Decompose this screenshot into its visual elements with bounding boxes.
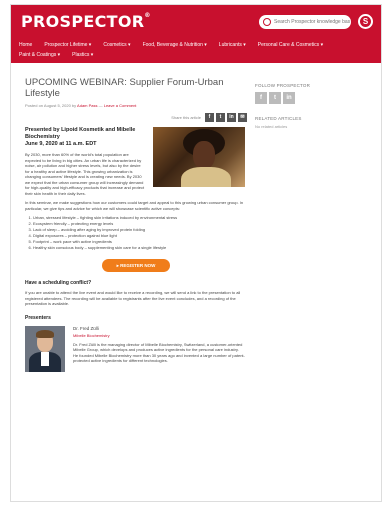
nav-item-paint-coatings[interactable]: Paint & Coatings ▾ xyxy=(19,52,60,58)
share-bar: Share this article f t in ✉ xyxy=(25,113,247,122)
nav-item-lubricants[interactable]: Lubricants ▾ xyxy=(219,42,246,48)
search-icon xyxy=(263,18,271,26)
presenter-role: Mibelle Biochemistry xyxy=(73,332,110,338)
presenter-name: Dr. Fred Zülli xyxy=(73,325,99,331)
paragraph-1: By 2030, more than 60% of the world's to… xyxy=(25,152,145,196)
article-content: UPCOMING WEBINAR: Supplier Forum-Urban L… xyxy=(25,77,247,372)
facebook-icon[interactable]: f xyxy=(255,92,267,104)
related-heading: RELATED ARTICLES xyxy=(255,116,302,121)
email-icon[interactable]: ✉ xyxy=(238,113,247,122)
presenter-photo xyxy=(25,325,65,372)
presented-by: Presented by Lipoid Kosmetik and Mibelle… xyxy=(25,127,136,140)
related-link[interactable]: No related articles xyxy=(255,124,365,129)
webinar-date: June 9, 2020 at 11 a.m. EDT xyxy=(25,141,97,147)
nav-item-plastics[interactable]: Plastics ▾ xyxy=(72,52,93,58)
nav-item-cosmetics[interactable]: Cosmetics ▾ xyxy=(103,42,130,48)
main-nav: Home Prospector Lifetime ▾ Cosmetics ▾ F… xyxy=(11,39,381,63)
share-label: Share this article xyxy=(171,115,201,120)
page-frame: PROSPECTOR® S Home Prospector Lifetime ▾… xyxy=(10,4,382,502)
twitter-icon[interactable]: t xyxy=(216,113,225,122)
linkedin-icon[interactable]: in xyxy=(227,113,236,122)
top-bar: PROSPECTOR® S xyxy=(11,5,381,39)
paragraph-2: In this seminar, we make suggestions how… xyxy=(25,200,244,211)
hero-image xyxy=(153,127,245,187)
facebook-icon[interactable]: f xyxy=(205,113,214,122)
follow-heading: FOLLOW PROSPECTOR xyxy=(255,83,311,88)
circle-icon[interactable]: S xyxy=(358,14,373,29)
intro-section: Presented by Lipoid Kosmetik and Mibelle… xyxy=(25,127,247,196)
article-title: UPCOMING WEBINAR: Supplier Forum-Urban L… xyxy=(25,77,224,99)
meta-prefix: Posted on August 5, 2020 by xyxy=(25,103,77,108)
leave-comment-link[interactable]: Leave a Comment xyxy=(104,103,137,108)
presenter-card: Dr. Fred Zülli Mibelle Biochemistry Dr. … xyxy=(25,325,247,372)
nav-item-personal-care[interactable]: Personal Care & Cosmetics ▾ xyxy=(258,42,323,48)
site-logo[interactable]: PROSPECTOR® xyxy=(21,12,151,31)
list-item: Healthy skin conscious body – supplement… xyxy=(33,245,247,251)
nav-item-prospector-lifetime[interactable]: Prospector Lifetime ▾ xyxy=(44,42,91,48)
presenter-bio: Dr. Fred Zülli is the managing director … xyxy=(73,341,245,364)
nav-item-home[interactable]: Home xyxy=(19,42,32,48)
follow-icons: f t in xyxy=(255,92,365,104)
search-input[interactable] xyxy=(274,19,350,25)
conflict-heading: Have a scheduling conflict? xyxy=(25,280,92,286)
twitter-icon[interactable]: t xyxy=(269,92,281,104)
article-meta: Posted on August 5, 2020 by Adam Pass — … xyxy=(25,103,247,108)
register-button[interactable]: ▸ REGISTER NOW xyxy=(102,259,170,272)
author-link[interactable]: Adam Pass xyxy=(77,103,97,108)
sidebar: FOLLOW PROSPECTOR f t in RELATED ARTICLE… xyxy=(255,83,365,129)
nav-item-food-beverage[interactable]: Food, Beverage & Nutrition ▾ xyxy=(143,42,207,48)
search-box[interactable] xyxy=(259,15,351,29)
presenters-heading: Presenters xyxy=(25,314,51,321)
concept-list: Urban, stressed lifestyle – fighting ski… xyxy=(25,215,247,251)
conflict-text: If you are unable to attend the live eve… xyxy=(25,290,241,306)
linkedin-icon[interactable]: in xyxy=(283,92,295,104)
